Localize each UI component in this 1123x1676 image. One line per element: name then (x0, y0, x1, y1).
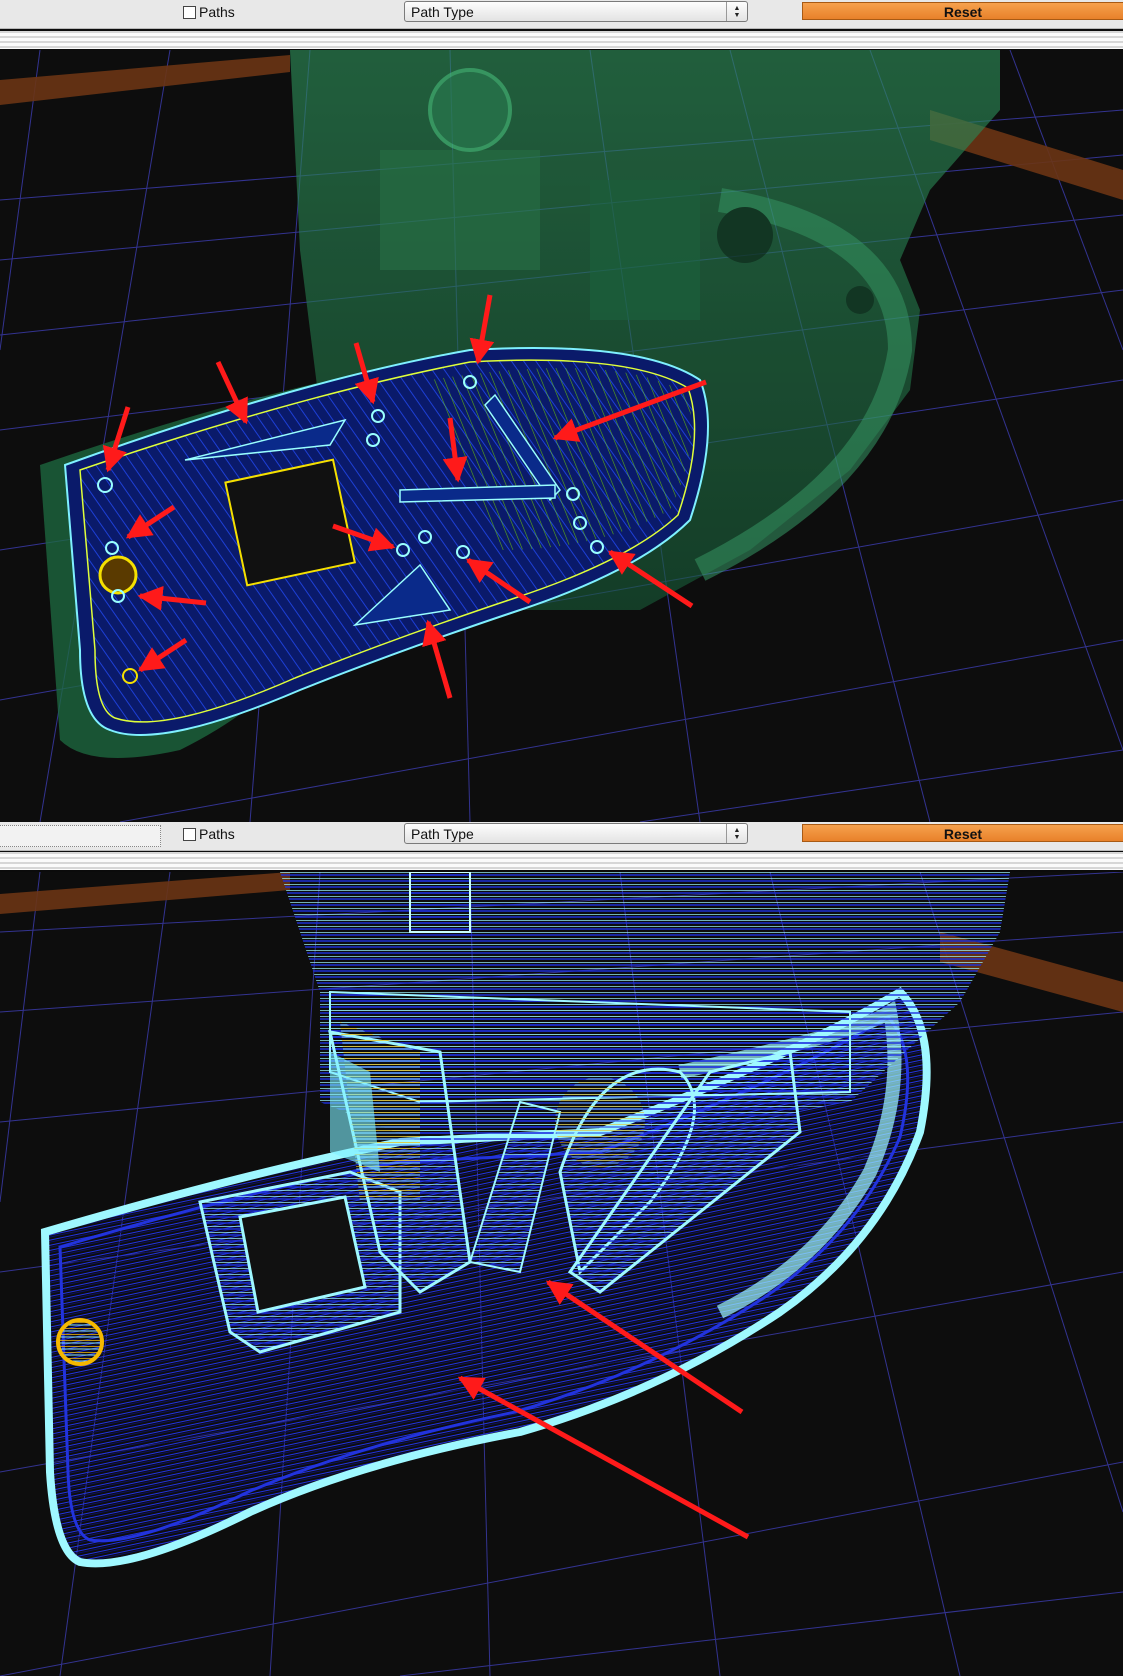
bed-edge (0, 55, 290, 105)
reset-button[interactable]: Reset (802, 824, 1123, 842)
path-type-select[interactable]: Path Type ▲ ▼ (404, 1, 748, 22)
bed-edge (0, 872, 290, 914)
left-input-field[interactable] (0, 825, 161, 847)
3d-viewport-top[interactable] (0, 50, 1123, 822)
3d-viewport-bottom[interactable] (0, 872, 1123, 1676)
viewer-toolbar-top: Paths Path Type ▲ ▼ Reset (0, 0, 1123, 29)
paths-checkbox[interactable]: Paths (183, 826, 235, 842)
paths-label: Paths (199, 826, 235, 842)
updown-chevron-icon: ▲ ▼ (726, 2, 747, 21)
viewer-toolbar-bottom: Paths Path Type ▲ ▼ Reset (0, 822, 1123, 851)
path-type-value: Path Type (411, 826, 474, 842)
path-type-value: Path Type (411, 4, 474, 20)
panel-divider (0, 31, 1123, 49)
panel-divider (0, 852, 1123, 870)
reset-button[interactable]: Reset (802, 2, 1123, 20)
print-layer (63, 347, 709, 736)
checkbox-icon[interactable] (183, 5, 196, 19)
paths-label: Paths (199, 4, 235, 20)
path-type-select[interactable]: Path Type ▲ ▼ (404, 823, 748, 844)
checkbox-icon[interactable] (183, 827, 196, 841)
updown-chevron-icon: ▲ ▼ (726, 824, 747, 843)
paths-checkbox[interactable]: Paths (183, 4, 235, 20)
